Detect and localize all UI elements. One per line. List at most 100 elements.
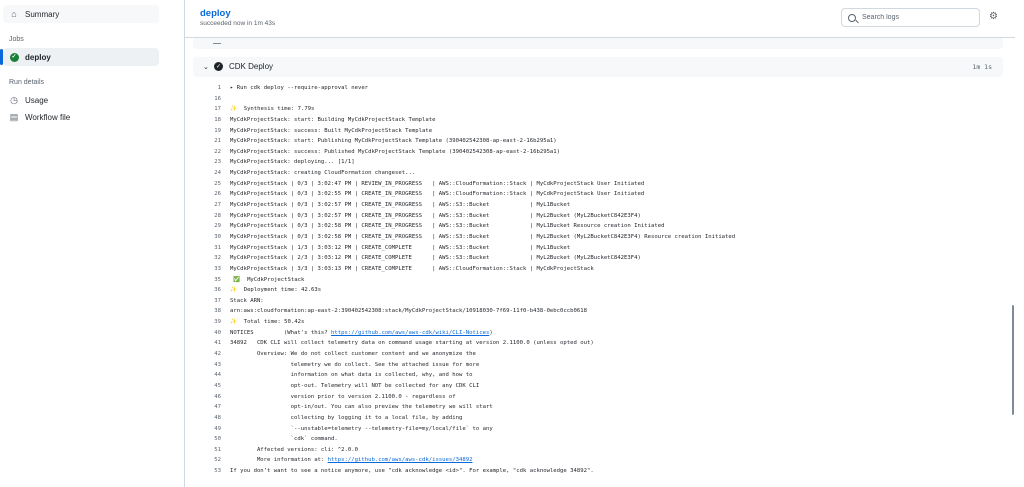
- sidebar-item-usage[interactable]: ◷ Usage: [3, 91, 159, 109]
- log-line: 27 MyCdkProjectStack | 0/3 | 3:02:57 PM |…: [193, 200, 1003, 211]
- line-number[interactable]: 29: [201, 221, 221, 232]
- sidebar-item-label: Workflow file: [25, 112, 71, 122]
- log-line: 24 MyCdkProjectStack: creating CloudForma…: [193, 168, 1003, 179]
- log-line: 1 Run cdk deploy --require-approval never: [193, 83, 1003, 94]
- line-number[interactable]: 49: [201, 424, 221, 435]
- log-text: Affected versions: cli: ^2.0.0: [230, 446, 358, 453]
- line-number[interactable]: 1: [201, 83, 221, 94]
- search-icon: [848, 13, 856, 22]
- line-number[interactable]: 40: [201, 328, 221, 339]
- line-number[interactable]: 46: [201, 392, 221, 403]
- step-status-icon: [213, 40, 221, 44]
- line-number[interactable]: 38: [201, 306, 221, 317]
- success-check-icon: ✓: [214, 62, 223, 71]
- clock-icon: ◷: [10, 94, 18, 105]
- line-number[interactable]: 24: [201, 168, 221, 179]
- step-name: CDK Deploy: [229, 62, 274, 71]
- log-text: MyCdkProjectStack | 0/3 | 3:02:58 PM | C…: [230, 223, 665, 230]
- line-number[interactable]: 42: [201, 349, 221, 360]
- line-number[interactable]: 17: [201, 104, 221, 115]
- sidebar-item-deploy[interactable]: ✓ deploy: [0, 48, 159, 66]
- log-text: `cdk` command.: [230, 436, 338, 443]
- log-link[interactable]: https://github.com/aws/aws-cdk/wiki/CLI-…: [331, 330, 489, 336]
- line-number[interactable]: 23: [201, 157, 221, 168]
- log-text: If you don’t want to see a notice anymor…: [230, 468, 594, 475]
- log-text: More information at: https://github.com/…: [230, 457, 473, 464]
- log-line: 52 More information at: https://github.c…: [193, 455, 1003, 466]
- log-line: 45 opt-out. Telemetry will NOT be collec…: [193, 381, 1003, 392]
- log-text: collecting by logging it to a local file…: [230, 414, 463, 421]
- jobs-heading: Jobs: [9, 36, 24, 43]
- line-number[interactable]: 52: [201, 455, 221, 466]
- line-number[interactable]: 26: [201, 189, 221, 200]
- log-line: 28 MyCdkProjectStack | 0/3 | 3:02:57 PM |…: [193, 211, 1003, 222]
- scrollbar[interactable]: [1012, 305, 1014, 415]
- step-cdk-deploy[interactable]: ⌄ ✓ CDK Deploy 1m 1s: [193, 57, 1003, 77]
- line-number[interactable]: 37: [201, 296, 221, 307]
- sidebar-item-summary[interactable]: ⌂ Summary: [3, 5, 159, 23]
- line-number[interactable]: 27: [201, 200, 221, 211]
- log-line: 33 MyCdkProjectStack | 3/3 | 3:03:13 PM |…: [193, 264, 1003, 275]
- log-line: 40 NOTICES (What's this? https://github.c…: [193, 328, 1003, 339]
- log-line: 31 MyCdkProjectStack | 1/3 | 3:03:12 PM |…: [193, 243, 1003, 254]
- log-line: 49 `--unstable=telemetry --telemetry-fil…: [193, 424, 1003, 435]
- log-line: 37 Stack ARN:: [193, 296, 1003, 307]
- log-line: 29 MyCdkProjectStack | 0/3 | 3:02:58 PM |…: [193, 221, 1003, 232]
- line-number[interactable]: 30: [201, 232, 221, 243]
- line-number[interactable]: 33: [201, 264, 221, 275]
- log-line: 42 Overview: We do not collect customer …: [193, 349, 1003, 360]
- log-line: 25 MyCdkProjectStack | 0/3 | 3:02:47 PM |…: [193, 179, 1003, 190]
- line-number[interactable]: 51: [201, 445, 221, 456]
- log-output: 1 Run cdk deploy --require-approval never…: [193, 83, 1003, 477]
- previous-step-collapsed[interactable]: [193, 38, 1003, 49]
- search-input[interactable]: [862, 14, 972, 21]
- sidebar: ⌂ Summary Jobs ✓ deploy Run details ◷ Us…: [0, 0, 166, 487]
- log-text: MyCdkProjectStack | 3/3 | 3:03:13 PM | C…: [230, 265, 594, 272]
- line-number[interactable]: 32: [201, 253, 221, 264]
- sidebar-item-workflow-file[interactable]: ▤ Workflow file: [3, 108, 159, 126]
- search-logs[interactable]: [841, 8, 980, 27]
- job-status: succeeded now in 1m 43s: [200, 20, 276, 27]
- line-number[interactable]: 16: [201, 94, 221, 105]
- line-number[interactable]: 44: [201, 370, 221, 381]
- log-text: ✨ Synthesis time: 7.79s: [230, 106, 315, 113]
- line-number[interactable]: 21: [201, 136, 221, 147]
- sidebar-item-label: deploy: [25, 52, 51, 62]
- log-line: 39 ✨ Total time: 50.42s: [193, 317, 1003, 328]
- log-line: 35 ✅ MyCdkProjectStack: [193, 275, 1003, 286]
- log-text[interactable]: Run cdk deploy --require-approval never: [230, 83, 368, 94]
- log-text: opt-in/out. You can also preview the tel…: [230, 404, 493, 411]
- log-line: 32 MyCdkProjectStack | 2/3 | 3:03:12 PM |…: [193, 253, 1003, 264]
- gear-icon[interactable]: ⚙: [989, 12, 999, 22]
- file-icon: ▤: [9, 111, 19, 122]
- log-text: MyCdkProjectStack: success: Built MyCdkP…: [230, 127, 433, 134]
- line-number[interactable]: 47: [201, 402, 221, 413]
- run-details-heading: Run details: [9, 79, 45, 86]
- line-number[interactable]: 25: [201, 179, 221, 190]
- line-number[interactable]: 28: [201, 211, 221, 222]
- log-text: MyCdkProjectStack | 0/3 | 3:02:47 PM | R…: [230, 180, 645, 187]
- line-number[interactable]: 22: [201, 147, 221, 158]
- line-number[interactable]: 50: [201, 434, 221, 445]
- log-line: 43 telemetry we do collect. See the atta…: [193, 360, 1003, 371]
- log-link[interactable]: https://github.com/aws/aws-cdk/issues/34…: [328, 457, 473, 463]
- line-number[interactable]: 18: [201, 115, 221, 126]
- line-number[interactable]: 31: [201, 243, 221, 254]
- log-text: Overview: We do not collect customer con…: [230, 351, 476, 358]
- log-text: opt-out. Telemetry will NOT be collected…: [230, 382, 480, 389]
- sidebar-item-label: Usage: [25, 95, 49, 105]
- line-number[interactable]: 19: [201, 126, 221, 137]
- log-line: 46 version prior to version 2.1100.0 - r…: [193, 392, 1003, 403]
- log-line: 41 34892 CDK CLI will collect telemetry d…: [193, 338, 1003, 349]
- line-number[interactable]: 36: [201, 285, 221, 296]
- line-number[interactable]: 35: [201, 275, 221, 286]
- line-number[interactable]: 43: [201, 360, 221, 371]
- log-text: MyCdkProjectStack | 2/3 | 3:03:12 PM | C…: [230, 255, 641, 262]
- line-number[interactable]: 53: [201, 466, 221, 477]
- line-number[interactable]: 41: [201, 338, 221, 349]
- log-text: MyCdkProjectStack: success: Published My…: [230, 148, 561, 155]
- line-number[interactable]: 45: [201, 381, 221, 392]
- line-number[interactable]: 39: [201, 317, 221, 328]
- log-text: 34892 CDK CLI will collect telemetry dat…: [230, 340, 594, 347]
- line-number[interactable]: 48: [201, 413, 221, 424]
